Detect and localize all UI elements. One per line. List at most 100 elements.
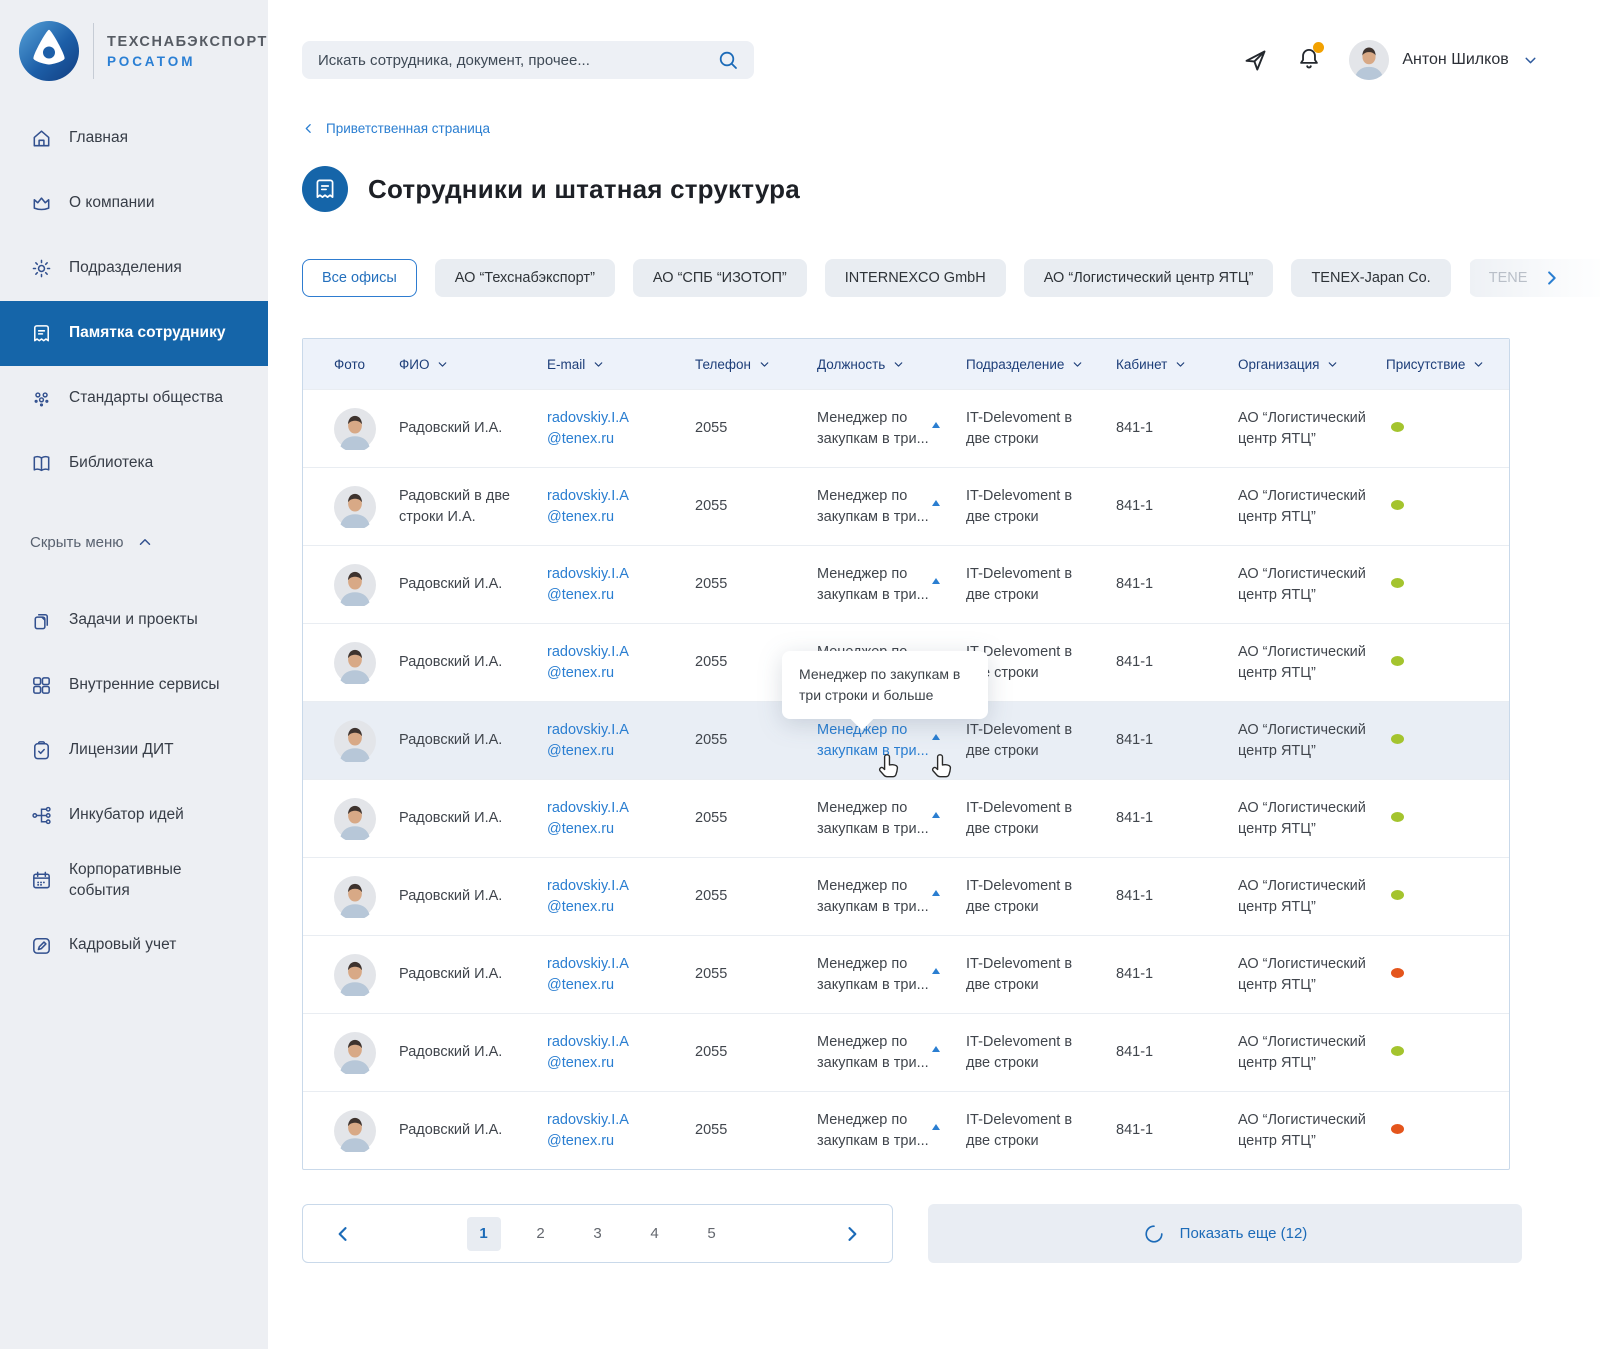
employee-email-link[interactable]: radovskiy.I.A @tenex.ru	[547, 720, 695, 761]
column-header-presence[interactable]: Присутствие	[1386, 357, 1509, 372]
table-row[interactable]: Радовский И.А. radovskiy.I.A @tenex.ru 2…	[303, 545, 1509, 623]
presence-dot	[1391, 500, 1404, 510]
breadcrumb[interactable]: Приветственная страница	[302, 121, 490, 136]
table-row[interactable]: Радовский И.А. radovskiy.I.A @tenex.ru 2…	[303, 389, 1509, 467]
table-row[interactable]: Радовский И.А. radovskiy.I.A @tenex.ru 2…	[303, 935, 1509, 1013]
employee-email-link[interactable]: radovskiy.I.A @tenex.ru	[547, 876, 695, 917]
expand-triangle-icon[interactable]	[932, 1046, 940, 1052]
employee-name: Радовский И.А.	[399, 418, 547, 438]
chips-scroll-right-icon[interactable]	[1542, 269, 1561, 288]
column-header-department[interactable]: Подразделение	[966, 357, 1116, 372]
employee-email-link[interactable]: radovskiy.I.A @tenex.ru	[547, 408, 695, 449]
photo-cell	[303, 564, 399, 606]
column-header-email[interactable]: E-mail	[547, 357, 695, 372]
expand-triangle-icon[interactable]	[932, 890, 940, 896]
table-row[interactable]: Радовский в две строки И.А. radovskiy.I.…	[303, 467, 1509, 545]
sidebar-item-departments[interactable]: Подразделения	[0, 236, 268, 301]
position-text[interactable]: Менеджер по закупкам в три...	[817, 800, 929, 836]
filter-chip-spb-izotop[interactable]: АО “СПБ “ИЗОТОП”	[633, 259, 807, 297]
expand-triangle-icon[interactable]	[932, 422, 940, 428]
sidebar-item-dit-licenses[interactable]: Лицензии ДИТ	[0, 718, 268, 783]
search-input[interactable]	[316, 51, 716, 70]
previous-page-button[interactable]	[333, 1224, 353, 1244]
send-icon[interactable]	[1242, 47, 1269, 74]
next-page-button[interactable]	[842, 1224, 862, 1244]
expand-triangle-icon[interactable]	[932, 734, 940, 740]
sidebar-item-about-company[interactable]: О компании	[0, 171, 268, 236]
employee-position-cell: Менеджер по закупкам в три...	[817, 1032, 966, 1073]
employee-email-link[interactable]: radovskiy.I.A @tenex.ru	[547, 798, 695, 839]
employee-email-link[interactable]: radovskiy.I.A @tenex.ru	[547, 564, 695, 605]
page-button-2[interactable]: 2	[524, 1217, 558, 1251]
user-menu[interactable]: Антон Шилков	[1349, 40, 1538, 80]
presence-dot	[1391, 578, 1404, 588]
show-more-button[interactable]: Показать еще (12)	[928, 1204, 1522, 1263]
position-text[interactable]: Менеджер по закупкам в три...	[817, 878, 929, 914]
position-text[interactable]: Менеджер по закупкам в три...	[817, 1034, 929, 1070]
employee-organization: АО “Логистический центр ЯТЦ”	[1238, 798, 1386, 839]
expand-triangle-icon[interactable]	[932, 1124, 940, 1130]
position-text[interactable]: Менеджер по закупкам в три...	[817, 956, 929, 992]
page-button-5[interactable]: 5	[695, 1217, 729, 1251]
sidebar-item-idea-incubator[interactable]: Инкубатор идей	[0, 783, 268, 848]
position-text[interactable]: Менеджер по закупкам в три...	[817, 1112, 929, 1148]
position-text[interactable]: Менеджер по закупкам в три...	[817, 722, 929, 758]
hand-cursor-icon	[876, 753, 902, 783]
employee-email-link[interactable]: radovskiy.I.A @tenex.ru	[547, 1032, 695, 1073]
page-button-4[interactable]: 4	[638, 1217, 672, 1251]
employee-position-cell: Менеджер по закупкам в три...	[817, 954, 966, 995]
filter-chip-all-offices[interactable]: Все офисы	[302, 259, 417, 297]
column-header-position[interactable]: Должность	[817, 357, 966, 372]
position-text[interactable]: Менеджер по закупкам в три...	[817, 488, 929, 524]
employee-email-link[interactable]: radovskiy.I.A @tenex.ru	[547, 642, 695, 683]
table-row[interactable]: Радовский И.А. radovskiy.I.A @tenex.ru 2…	[303, 1013, 1509, 1091]
home-icon	[30, 127, 53, 150]
position-text[interactable]: Менеджер по закупкам в три...	[817, 410, 929, 446]
expand-triangle-icon[interactable]	[932, 578, 940, 584]
employee-organization: АО “Логистический центр ЯТЦ”	[1238, 486, 1386, 527]
employee-room: 841-1	[1116, 1120, 1238, 1140]
sidebar-item-tasks-projects[interactable]: Задачи и проекты	[0, 588, 268, 653]
filter-chip-internexco[interactable]: INTERNEXCO GmbH	[825, 259, 1006, 297]
sidebar-item-home[interactable]: Главная	[0, 106, 268, 171]
employee-email-link[interactable]: radovskiy.I.A @tenex.ru	[547, 486, 695, 527]
table-row[interactable]: Радовский И.А. radovskiy.I.A @tenex.ru 2…	[303, 779, 1509, 857]
sort-chevron-icon	[592, 358, 605, 371]
column-header-room[interactable]: Кабинет	[1116, 357, 1238, 372]
page-button-3[interactable]: 3	[581, 1217, 615, 1251]
column-header-phone[interactable]: Телефон	[695, 357, 817, 372]
sidebar-item-library[interactable]: Библиотека	[0, 431, 268, 496]
table-row[interactable]: Радовский И.А. radovskiy.I.A @tenex.ru 2…	[303, 1091, 1509, 1169]
sidebar-item-company-standards[interactable]: Стандарты общества	[0, 366, 268, 431]
page-button-1[interactable]: 1	[467, 1217, 501, 1251]
position-text[interactable]: Менеджер по закупкам в три...	[817, 566, 929, 602]
collapse-menu-button[interactable]: Скрыть меню	[0, 524, 268, 560]
employee-email-link[interactable]: radovskiy.I.A @tenex.ru	[547, 1110, 695, 1151]
memo-circle-icon	[302, 166, 348, 212]
filter-chip-clipped[interactable]: TENE	[1469, 259, 1600, 297]
notifications-button[interactable]	[1296, 45, 1322, 76]
sidebar-item-employee-memo[interactable]: Памятка сотруднику	[0, 301, 268, 366]
filter-chip-logistics-center[interactable]: АО “Логистический центр ЯТЦ”	[1024, 259, 1274, 297]
employee-name: Радовский И.А.	[399, 574, 547, 594]
sort-chevron-icon	[1472, 358, 1485, 371]
expand-triangle-icon[interactable]	[932, 812, 940, 818]
sidebar-item-hr-records[interactable]: Кадровый учет	[0, 913, 268, 978]
column-header-name[interactable]: ФИО	[399, 357, 547, 372]
search-icon[interactable]	[716, 48, 740, 72]
sidebar-item-corporate-events[interactable]: Корпоративные события	[0, 848, 268, 913]
employee-email-link[interactable]: radovskiy.I.A @tenex.ru	[547, 954, 695, 995]
presence-cell	[1386, 730, 1509, 750]
sidebar-item-internal-services[interactable]: Внутренние сервисы	[0, 653, 268, 718]
filter-chip-tenex-japan[interactable]: TENEX-Japan Co.	[1291, 259, 1450, 297]
expand-triangle-icon[interactable]	[932, 968, 940, 974]
filter-chip-tekhsnabexport[interactable]: АО “Техснабэкспорт”	[435, 259, 615, 297]
presence-cell	[1386, 496, 1509, 516]
column-header-organization[interactable]: Организация	[1238, 357, 1386, 372]
table-row[interactable]: Радовский И.А. radovskiy.I.A @tenex.ru 2…	[303, 857, 1509, 935]
employee-room: 841-1	[1116, 418, 1238, 438]
expand-triangle-icon[interactable]	[932, 500, 940, 506]
employee-phone: 2055	[695, 1120, 817, 1140]
employee-position-cell: Менеджер по закупкам в три...	[817, 1110, 966, 1151]
employee-organization: АО “Логистический центр ЯТЦ”	[1238, 1110, 1386, 1151]
